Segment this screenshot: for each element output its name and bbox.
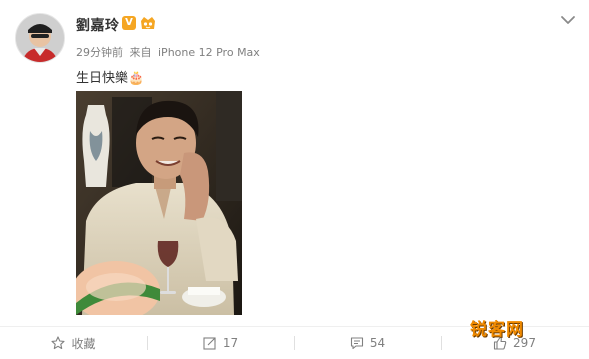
- source-prefix: 来自: [129, 46, 152, 59]
- post-time[interactable]: 29分钟前: [76, 46, 123, 59]
- avatar[interactable]: [15, 13, 65, 63]
- star-icon: [51, 336, 66, 350]
- weibo-post-card: 劉嘉玲 V 29分钟前 来自 iPhone 12 Pro Max 生日快樂🎂 收…: [0, 0, 589, 359]
- comment-icon: [350, 337, 363, 350]
- post-photo[interactable]: [76, 91, 242, 315]
- favorite-button[interactable]: 收藏: [0, 327, 147, 359]
- chevron-down-icon[interactable]: [558, 12, 578, 28]
- favorite-label: 收藏: [71, 336, 96, 351]
- verified-badge: V: [122, 16, 136, 30]
- share-button[interactable]: 17: [147, 327, 294, 359]
- post-text: 生日快樂🎂: [76, 71, 145, 86]
- photo-image: [76, 91, 242, 315]
- watermark-logo: 锐客网: [470, 320, 524, 340]
- comment-count: 54: [369, 336, 386, 350]
- share-icon: [203, 337, 216, 350]
- username[interactable]: 劉嘉玲: [76, 15, 120, 35]
- comment-button[interactable]: 54: [294, 327, 441, 359]
- vip-crown-icon: [141, 17, 155, 29]
- source-device: iPhone 12 Pro Max: [158, 46, 260, 59]
- post-meta: 29分钟前 来自 iPhone 12 Pro Max: [76, 44, 263, 60]
- avatar-image: [16, 14, 64, 62]
- share-count: 17: [222, 336, 239, 350]
